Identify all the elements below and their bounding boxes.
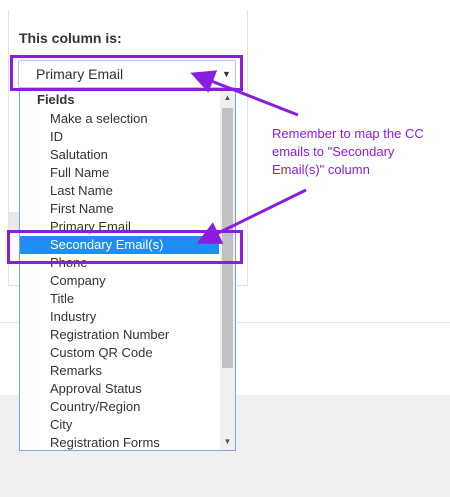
highlight-secondary-email-option	[7, 230, 243, 264]
column-type-label: This column is:	[19, 30, 122, 46]
dropdown-option[interactable]: Make a selection	[20, 110, 219, 128]
dropdown-option[interactable]: City	[20, 416, 219, 434]
dropdown-option[interactable]: Approval Status	[20, 380, 219, 398]
dropdown-scrollbar[interactable]: ▲ ▼	[220, 90, 235, 450]
scroll-down-icon[interactable]: ▼	[220, 435, 235, 449]
highlight-select-box	[10, 55, 243, 91]
dropdown-option[interactable]: Registration Forms	[20, 434, 219, 450]
dropdown-option[interactable]: Title	[20, 290, 219, 308]
dropdown-option[interactable]: Country/Region	[20, 398, 219, 416]
dropdown-option[interactable]: Remarks	[20, 362, 219, 380]
dropdown-option[interactable]: Full Name	[20, 164, 219, 182]
option-group-header: Fields	[37, 92, 75, 107]
scroll-up-icon[interactable]: ▲	[220, 91, 235, 105]
dropdown-option[interactable]: First Name	[20, 200, 219, 218]
dropdown-option[interactable]: Last Name	[20, 182, 219, 200]
field-dropdown-list[interactable]: Fields Make a selection ID Salutation Full …	[19, 89, 236, 451]
dropdown-option[interactable]: Company	[20, 272, 219, 290]
dropdown-option[interactable]: Registration Number	[20, 326, 219, 344]
dropdown-option[interactable]: Industry	[20, 308, 219, 326]
dropdown-option[interactable]: ID	[20, 128, 219, 146]
annotation-callout: Remember to map the CC emails to "Second…	[272, 126, 424, 177]
dropdown-option[interactable]: Salutation	[20, 146, 219, 164]
dropdown-option[interactable]: Custom QR Code	[20, 344, 219, 362]
